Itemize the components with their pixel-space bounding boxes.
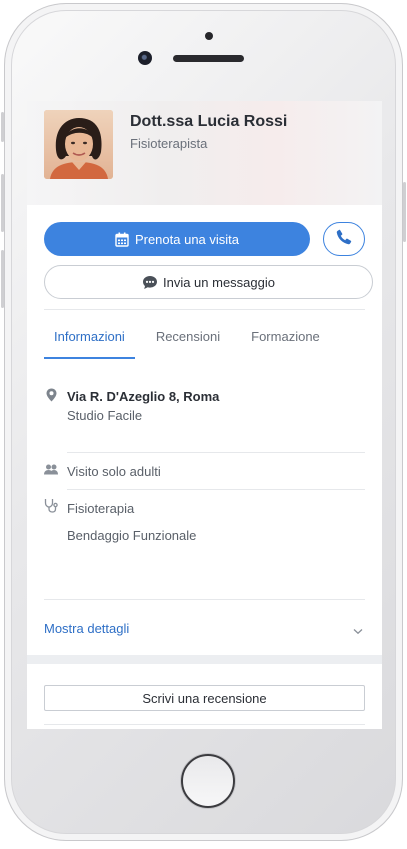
volume-down-button [1, 250, 4, 308]
earpiece-speaker [173, 55, 244, 62]
clinic-name: Studio Facile [67, 408, 143, 423]
divider [44, 599, 365, 600]
home-button[interactable] [181, 754, 235, 808]
proximity-sensor [205, 32, 213, 40]
book-visit-label: Prenota una visita [134, 231, 240, 247]
write-review-button[interactable]: Scrivi una recensione [44, 685, 365, 711]
volume-up-button [1, 174, 4, 232]
divider [44, 724, 365, 725]
doctor-profile-header: Dott.ssa Lucia Rossi Fisioterapista [27, 101, 382, 205]
tab-recensioni[interactable]: Recensioni [156, 329, 230, 359]
call-button[interactable] [323, 222, 365, 256]
calendar-icon [115, 232, 129, 247]
avatar [44, 110, 113, 179]
book-visit-button[interactable]: Prenota una visita [44, 222, 310, 256]
app-screen: Dott.ssa Lucia Rossi Fisioterapista Pren… [27, 101, 382, 729]
doctor-specialty: Fisioterapista [130, 136, 208, 151]
side-button [1, 112, 4, 142]
tab-formazione[interactable]: Formazione [251, 329, 330, 359]
map-pin-icon [44, 388, 58, 402]
profile-tabs: Informazioni Recensioni Formazione [44, 329, 351, 359]
phone-icon [336, 229, 352, 250]
send-message-button[interactable]: Invia un messaggio [44, 265, 373, 299]
review-card: Scrivi una recensione [27, 664, 382, 729]
send-message-label: Invia un messaggio [162, 274, 275, 290]
patients-info: Visito solo adulti [67, 464, 161, 479]
divider [67, 489, 365, 490]
show-details-link[interactable]: Mostra dettagli [44, 621, 129, 636]
chevron-down-icon[interactable] [353, 622, 363, 640]
users-icon [44, 462, 58, 476]
divider [67, 452, 365, 453]
divider [44, 309, 365, 310]
power-button [403, 182, 406, 242]
info-card: Via R. D'Azeglio 8, Roma Studio Facile V… [27, 369, 382, 655]
doctor-photo [44, 110, 113, 179]
stethoscope-icon [44, 498, 58, 513]
address[interactable]: Via R. D'Azeglio 8, Roma [67, 389, 219, 404]
chat-bubble-icon [142, 275, 158, 290]
doctor-name: Dott.ssa Lucia Rossi [130, 113, 288, 130]
service-item: Fisioterapia [67, 501, 135, 516]
service-item: Bendaggio Funzionale [67, 528, 197, 543]
front-camera-icon [138, 51, 152, 65]
tab-informazioni[interactable]: Informazioni [44, 329, 135, 359]
